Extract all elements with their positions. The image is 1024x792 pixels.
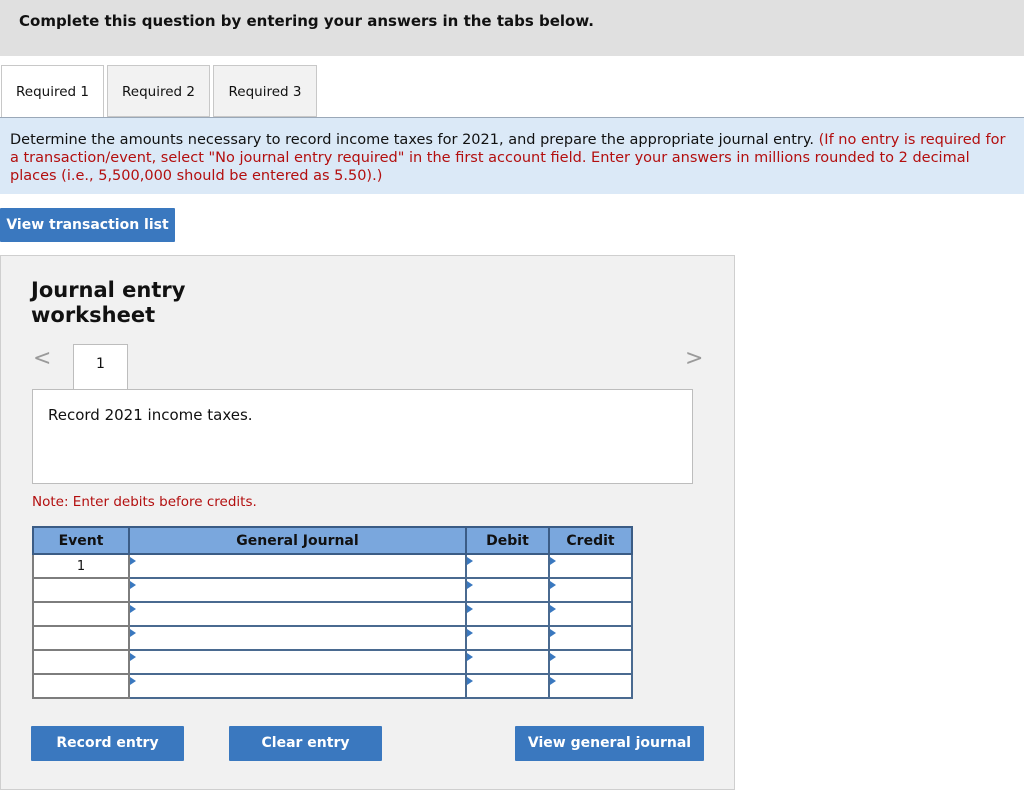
entry-tab-1[interactable]: 1	[73, 344, 128, 390]
table-row: 1	[32, 553, 633, 579]
view-transaction-list-button[interactable]: View transaction list	[0, 208, 175, 242]
debit-input[interactable]	[465, 577, 550, 603]
dropdown-arrow-icon	[550, 605, 556, 613]
credit-input[interactable]	[548, 649, 633, 675]
entry-description: Record 2021 income taxes.	[32, 389, 693, 484]
credit-input[interactable]	[548, 601, 633, 627]
account-select[interactable]	[128, 577, 467, 603]
credit-input[interactable]	[548, 673, 633, 699]
header-bar: Complete this question by entering your …	[0, 0, 1024, 56]
table-row	[32, 577, 633, 603]
journal-entry-worksheet-panel: Journal entry worksheet < 1 > Record 202…	[0, 255, 735, 790]
account-select[interactable]	[128, 601, 467, 627]
debit-input[interactable]	[465, 673, 550, 699]
dropdown-arrow-icon	[467, 653, 473, 661]
dropdown-arrow-icon	[467, 557, 473, 565]
dropdown-arrow-icon	[130, 677, 136, 685]
debit-input[interactable]	[465, 649, 550, 675]
debit-credit-note: Note: Enter debits before credits.	[32, 494, 257, 510]
column-header-credit: Credit	[548, 526, 633, 555]
column-header-general-journal: General Journal	[128, 526, 467, 555]
tab-required-2[interactable]: Required 2	[107, 65, 210, 117]
tab-required-3[interactable]: Required 3	[213, 65, 317, 117]
worksheet-title: Journal entry worksheet	[31, 278, 186, 327]
clear-entry-button[interactable]: Clear entry	[229, 726, 382, 761]
dropdown-arrow-icon	[467, 581, 473, 589]
debit-input[interactable]	[465, 601, 550, 627]
account-select[interactable]	[128, 553, 467, 579]
record-entry-button[interactable]: Record entry	[31, 726, 184, 761]
view-general-journal-button[interactable]: View general journal	[515, 726, 704, 761]
dropdown-arrow-icon	[550, 677, 556, 685]
dropdown-arrow-icon	[130, 653, 136, 661]
account-select[interactable]	[128, 649, 467, 675]
chevron-right-icon[interactable]: >	[685, 346, 703, 371]
table-row	[32, 625, 633, 651]
tab-required-1[interactable]: Required 1	[1, 65, 104, 118]
dropdown-arrow-icon	[550, 629, 556, 637]
column-header-event: Event	[32, 526, 130, 555]
debit-input[interactable]	[465, 625, 550, 651]
dropdown-arrow-icon	[550, 653, 556, 661]
credit-input[interactable]	[548, 553, 633, 579]
dropdown-arrow-icon	[550, 557, 556, 565]
dropdown-arrow-icon	[130, 557, 136, 565]
table-row	[32, 673, 633, 699]
event-cell	[32, 625, 130, 651]
table-row	[32, 649, 633, 675]
column-header-debit: Debit	[465, 526, 550, 555]
dropdown-arrow-icon	[130, 629, 136, 637]
instructions-main: Determine the amounts necessary to recor…	[10, 132, 815, 148]
account-select[interactable]	[128, 625, 467, 651]
page-title: Complete this question by entering your …	[19, 12, 594, 30]
tab-bar: Required 1 Required 2 Required 3	[0, 65, 1024, 118]
dropdown-arrow-icon	[467, 677, 473, 685]
credit-input[interactable]	[548, 577, 633, 603]
dropdown-arrow-icon	[130, 581, 136, 589]
event-cell	[32, 577, 130, 603]
journal-table: Event General Journal Debit Credit 1	[32, 526, 633, 699]
table-row	[32, 601, 633, 627]
credit-input[interactable]	[548, 625, 633, 651]
event-cell: 1	[32, 553, 130, 579]
dropdown-arrow-icon	[550, 581, 556, 589]
debit-input[interactable]	[465, 553, 550, 579]
account-select[interactable]	[128, 673, 467, 699]
event-cell	[32, 649, 130, 675]
chevron-left-icon[interactable]: <	[33, 346, 51, 371]
event-cell	[32, 673, 130, 699]
dropdown-arrow-icon	[467, 629, 473, 637]
instructions: Determine the amounts necessary to recor…	[0, 118, 1024, 194]
dropdown-arrow-icon	[467, 605, 473, 613]
dropdown-arrow-icon	[130, 605, 136, 613]
event-cell	[32, 601, 130, 627]
